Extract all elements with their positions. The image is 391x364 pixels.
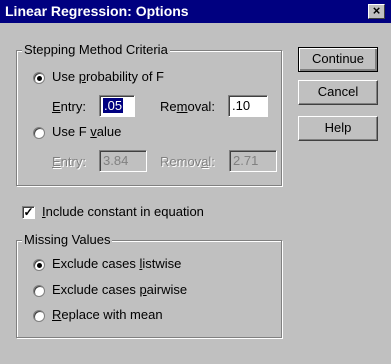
f-removal-label: Removal: [160, 154, 215, 169]
use-probability-label[interactable]: Use probability of F [52, 69, 164, 84]
cancel-button[interactable]: Cancel [298, 80, 378, 105]
f-entry-label: Entry: [52, 154, 86, 169]
pairwise-radio[interactable] [33, 285, 45, 297]
radio-dot [37, 263, 42, 268]
listwise-radio[interactable] [33, 259, 45, 271]
window-title: Linear Regression: Options [5, 3, 189, 19]
listwise-label[interactable]: Exclude cases listwise [52, 256, 181, 271]
missing-values-legend: Missing Values [22, 232, 113, 247]
include-constant-checkbox[interactable]: ✓ [22, 206, 35, 219]
f-removal-field[interactable]: 2.71 [229, 150, 277, 172]
prob-entry-field[interactable]: .05 [99, 95, 135, 117]
use-f-value-label[interactable]: Use F value [52, 124, 121, 139]
replace-label[interactable]: Replace with mean [52, 307, 163, 322]
include-constant-label[interactable]: Include constant in equation [42, 204, 204, 219]
use-f-value-radio[interactable] [33, 127, 45, 139]
close-button[interactable]: × [368, 4, 385, 19]
stepping-criteria-legend: Stepping Method Criteria [22, 42, 170, 57]
use-probability-radio[interactable] [33, 72, 45, 84]
help-button[interactable]: Help [298, 116, 378, 141]
replace-radio[interactable] [33, 310, 45, 322]
prob-entry-label: Entry: [52, 99, 86, 114]
close-icon: × [372, 3, 381, 18]
continue-button[interactable]: Continue [298, 47, 378, 72]
pairwise-label[interactable]: Exclude cases pairwise [52, 282, 187, 297]
check-mark-icon: ✓ [23, 205, 34, 219]
f-entry-field[interactable]: 3.84 [99, 150, 147, 172]
prob-removal-field[interactable]: .10 [228, 95, 268, 117]
prob-removal-label: Removal: [160, 99, 215, 114]
radio-dot [37, 76, 42, 81]
